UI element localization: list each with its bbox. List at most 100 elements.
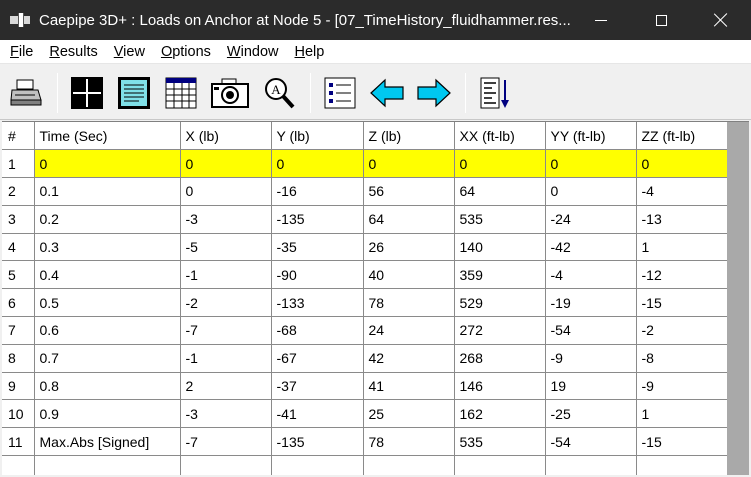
table-cell[interactable]: 0.5: [34, 288, 181, 318]
table-row[interactable]: 3 0.2 -3 -135 64 535 -24 -13: [2, 205, 728, 234]
table-cell[interactable]: 1: [636, 233, 728, 262]
list-button[interactable]: [322, 75, 358, 111]
table-cell[interactable]: 64: [454, 177, 546, 206]
table-cell[interactable]: -9: [545, 344, 637, 373]
table-cell[interactable]: 64: [363, 205, 455, 234]
table-cell[interactable]: 0: [545, 177, 637, 206]
table-cell[interactable]: -8: [636, 344, 728, 373]
table-cell[interactable]: 25: [363, 399, 455, 429]
row-number[interactable]: 3: [2, 205, 35, 234]
row-number[interactable]: 9: [2, 372, 35, 401]
table-cell[interactable]: 26: [363, 233, 455, 262]
table-cell[interactable]: -7: [180, 427, 272, 457]
table-cell[interactable]: Max.Abs [Signed]: [34, 427, 181, 457]
table-cell[interactable]: 0: [363, 149, 455, 179]
table-cell[interactable]: -3: [180, 205, 272, 234]
table-cell[interactable]: -9: [636, 372, 728, 401]
table-cell[interactable]: -42: [545, 233, 637, 262]
table-cell[interactable]: 78: [363, 427, 455, 457]
row-number[interactable]: 1: [2, 149, 35, 179]
table-view-button[interactable]: [163, 75, 199, 111]
table-cell[interactable]: 41: [363, 372, 455, 401]
row-number[interactable]: 5: [2, 260, 35, 290]
column-header-x[interactable]: X (lb): [180, 122, 272, 151]
table-cell[interactable]: 0.7: [34, 344, 181, 373]
column-header-yy[interactable]: YY (ft-lb): [545, 122, 637, 151]
maximize-button[interactable]: [631, 0, 691, 40]
table-row[interactable]: 4 0.3 -5 -35 26 140 -42 1: [2, 233, 728, 262]
table-cell[interactable]: -15: [636, 288, 728, 318]
table-cell[interactable]: 0: [545, 149, 637, 179]
table-cell[interactable]: 0: [180, 149, 272, 179]
table-row[interactable]: 11 Max.Abs [Signed] -7 -135 78 535 -54 -15: [2, 427, 728, 457]
table-cell[interactable]: 0.1: [34, 177, 181, 206]
menu-window[interactable]: Window: [219, 44, 287, 60]
table-cell[interactable]: -2: [180, 288, 272, 318]
table-cell[interactable]: -3: [180, 399, 272, 429]
table-cell[interactable]: 56: [363, 177, 455, 206]
table-cell[interactable]: -135: [271, 205, 364, 234]
column-header-time[interactable]: Time (Sec): [34, 122, 181, 151]
row-number[interactable]: 2: [2, 177, 35, 206]
table-cell[interactable]: 0: [636, 149, 728, 179]
next-button[interactable]: [416, 75, 452, 111]
table-cell[interactable]: -13: [636, 205, 728, 234]
column-header-zz[interactable]: ZZ (ft-lb): [636, 122, 728, 151]
menu-results[interactable]: Results: [41, 44, 105, 60]
table-cell[interactable]: 359: [454, 260, 546, 290]
table-cell[interactable]: 140: [454, 233, 546, 262]
table-cell[interactable]: 535: [454, 205, 546, 234]
table-cell[interactable]: 19: [545, 372, 637, 401]
table-cell[interactable]: 2: [180, 372, 272, 401]
snapshot-button[interactable]: [210, 75, 250, 111]
column-header-y[interactable]: Y (lb): [271, 122, 364, 151]
table-cell[interactable]: -135: [271, 427, 364, 457]
table-cell[interactable]: 24: [363, 316, 455, 345]
grid-view-button[interactable]: [69, 75, 105, 111]
table-row[interactable]: 9 0.8 2 -37 41 146 19 -9: [2, 372, 728, 401]
table-cell[interactable]: 40: [363, 260, 455, 290]
table-cell[interactable]: -25: [545, 399, 637, 429]
table-cell[interactable]: 0.4: [34, 260, 181, 290]
table-cell[interactable]: 0.2: [34, 205, 181, 234]
table-cell[interactable]: 535: [454, 427, 546, 457]
table-cell[interactable]: -41: [271, 399, 364, 429]
column-header-z[interactable]: Z (lb): [363, 122, 455, 151]
table-cell[interactable]: -54: [545, 427, 637, 457]
table-row[interactable]: 6 0.5 -2 -133 78 529 -19 -15: [2, 288, 728, 318]
table-row[interactable]: 10000000: [2, 149, 728, 179]
table-cell[interactable]: 0.9: [34, 399, 181, 429]
app-icon[interactable]: [10, 13, 30, 27]
table-cell[interactable]: -1: [180, 344, 272, 373]
table-cell[interactable]: -24: [545, 205, 637, 234]
table-cell[interactable]: 42: [363, 344, 455, 373]
table-cell[interactable]: 1: [636, 399, 728, 429]
table-cell[interactable]: -35: [271, 233, 364, 262]
row-number[interactable]: 7: [2, 316, 35, 345]
sort-button[interactable]: [477, 75, 513, 111]
table-cell[interactable]: -5: [180, 233, 272, 262]
table-cell[interactable]: -68: [271, 316, 364, 345]
print-button[interactable]: [8, 75, 44, 111]
document-view-button[interactable]: [116, 75, 152, 111]
table-cell[interactable]: -7: [180, 316, 272, 345]
table-cell[interactable]: 78: [363, 288, 455, 318]
menu-options[interactable]: Options: [153, 44, 219, 60]
table-cell[interactable]: -12: [636, 260, 728, 290]
minimize-button[interactable]: [571, 0, 631, 40]
row-number[interactable]: 10: [2, 399, 35, 429]
table-cell[interactable]: -133: [271, 288, 364, 318]
table-cell[interactable]: 0.3: [34, 233, 181, 262]
table-cell[interactable]: 0.8: [34, 372, 181, 401]
close-button[interactable]: [691, 0, 751, 40]
table-cell[interactable]: -2: [636, 316, 728, 345]
table-row[interactable]: 10 0.9 -3 -41 25 162 -25 1: [2, 399, 728, 429]
row-number[interactable]: 8: [2, 344, 35, 373]
table-cell[interactable]: -1: [180, 260, 272, 290]
table-cell[interactable]: 268: [454, 344, 546, 373]
table-row[interactable]: 2 0.1 0 -16 56 64 0 -4: [2, 177, 728, 206]
previous-button[interactable]: [369, 75, 405, 111]
table-cell[interactable]: 529: [454, 288, 546, 318]
table-cell[interactable]: 0: [454, 149, 546, 179]
table-cell[interactable]: -4: [545, 260, 637, 290]
